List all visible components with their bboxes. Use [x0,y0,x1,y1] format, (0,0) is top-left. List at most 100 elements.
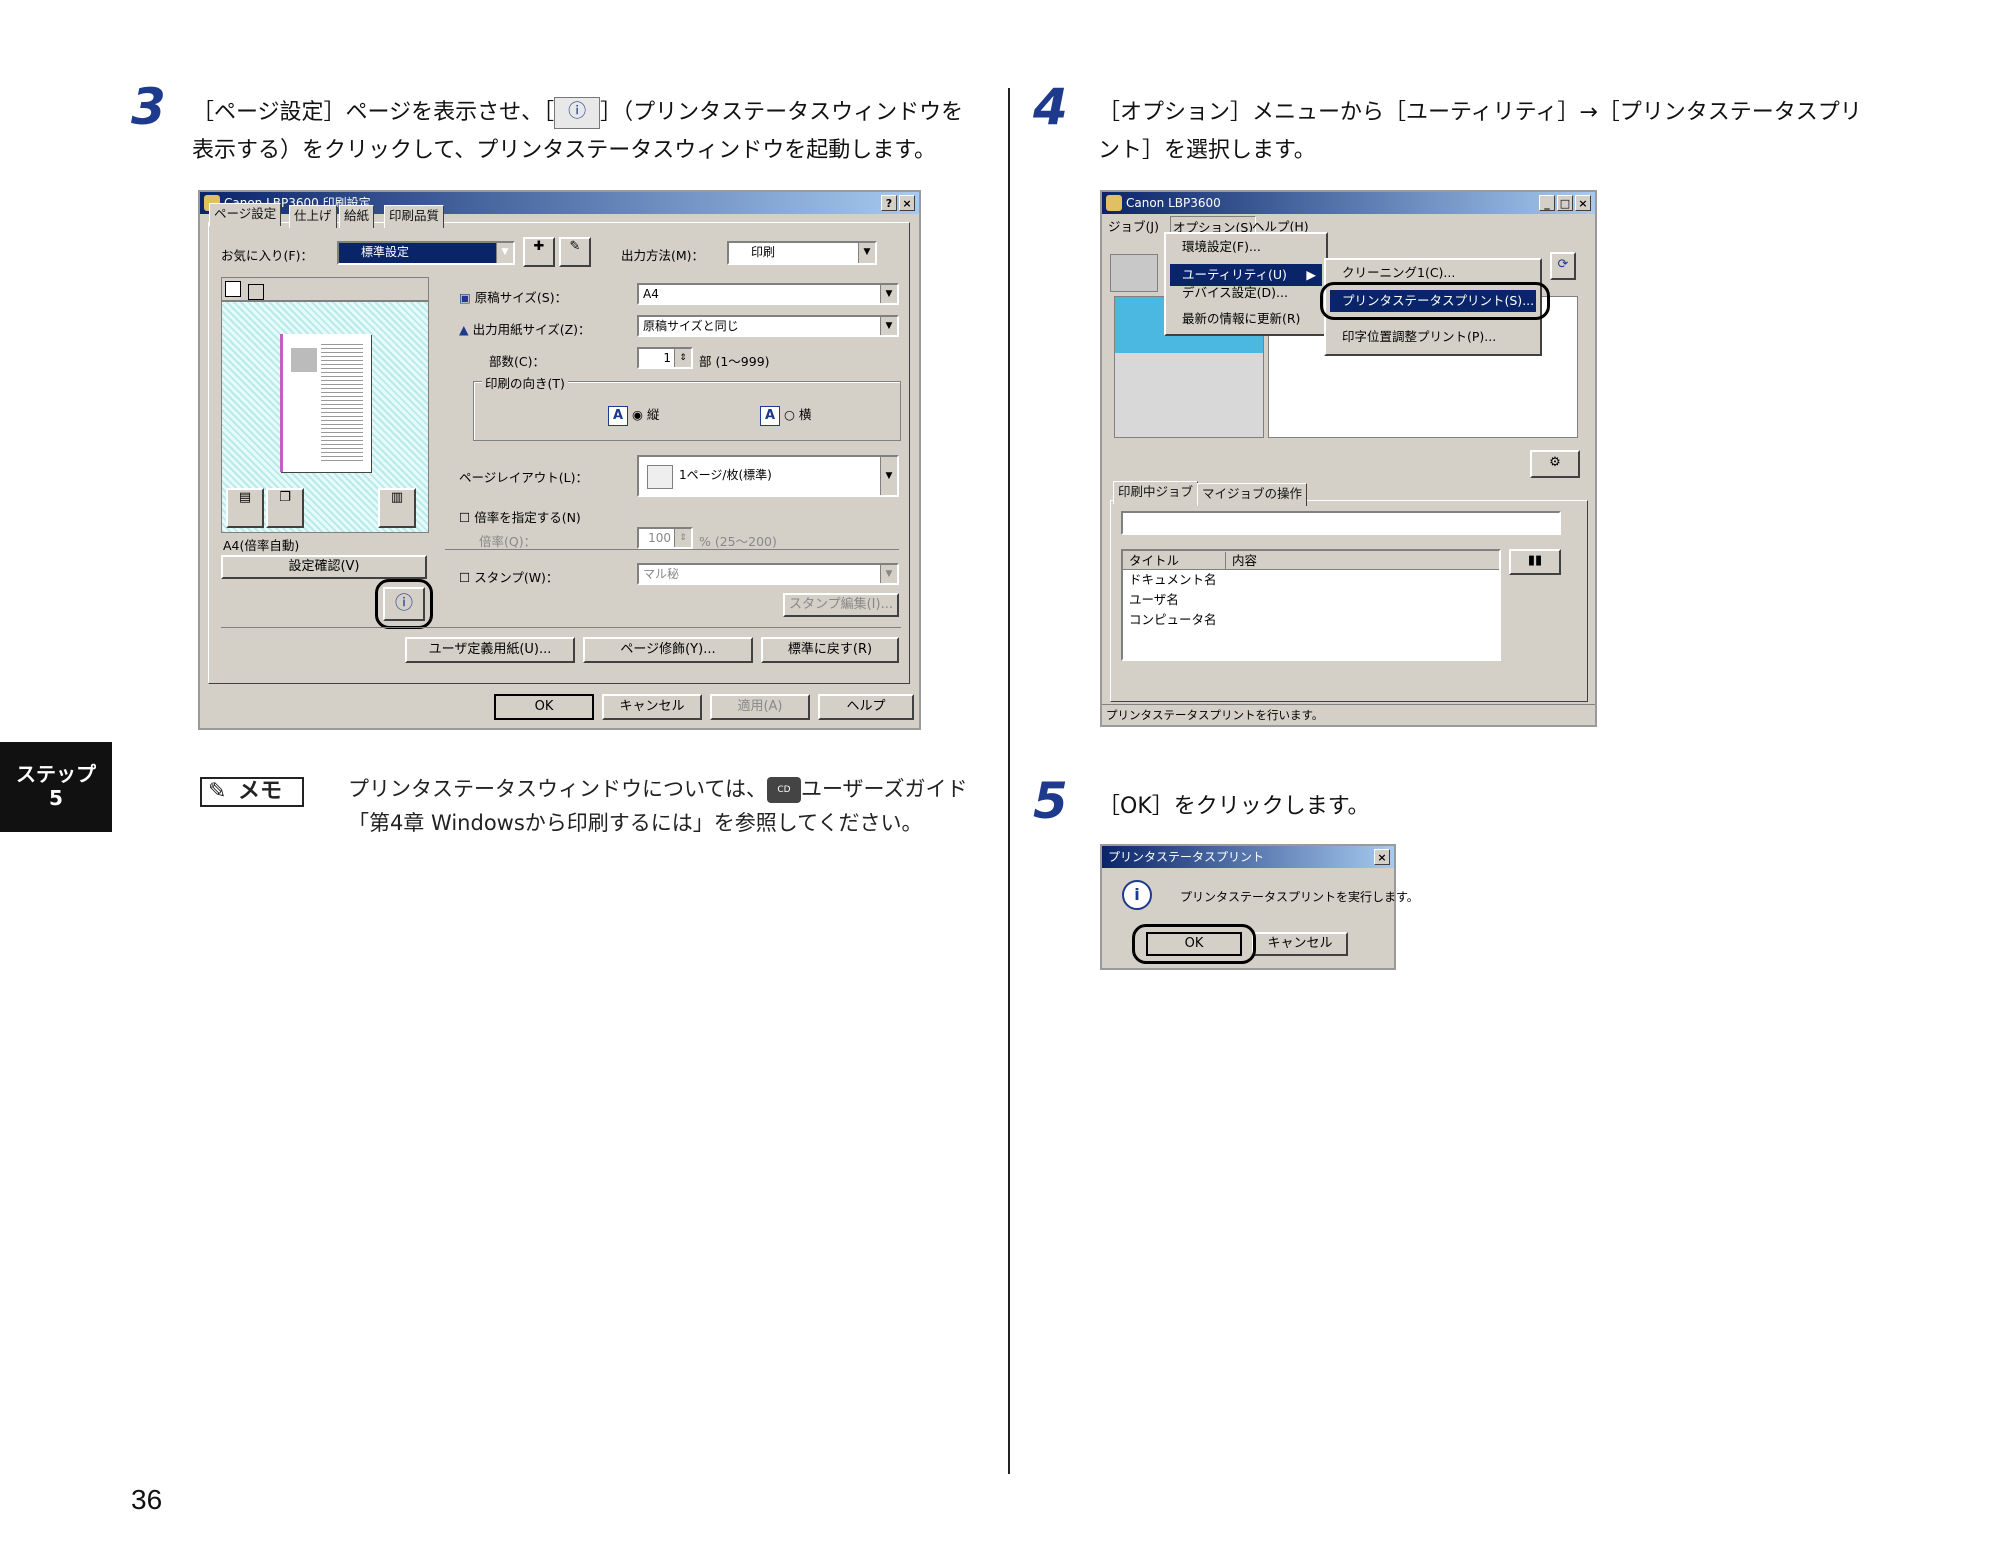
paper-view-icon[interactable]: ▥ [378,488,416,528]
tray-icon[interactable]: ⚙ [1530,450,1580,478]
output-method-value: 印刷 [751,245,776,259]
menu-item-device-settings[interactable]: デバイス設定(D)... [1170,282,1322,304]
step-3-text-c: 表示する）をクリックして、プリンタステータスウィンドウを起動します。 [192,138,937,163]
tab-page-setup[interactable]: ページ設定 [209,203,282,226]
cancel-button[interactable]: キャンセル [602,694,702,720]
landscape-icon: A [760,406,780,426]
chevron-down-icon: ▼ [496,243,513,263]
job-tab-panel: 印刷中ジョブ マイジョブの操作 タイトル 内容 ドキュメント名 ユーザ名 コンピ… [1110,481,1588,702]
refresh-icon[interactable]: ⟳ [1550,252,1576,280]
close-button[interactable]: × [899,195,915,211]
printer-icon [1106,195,1122,211]
spinner-icon[interactable]: ⇕ [674,349,691,367]
chevron-down-icon: ▼ [880,317,897,335]
pause-icon[interactable]: ▮▮ [1509,549,1561,575]
paper-size-label: ▲ 出力用紙サイズ(Z)： [459,319,591,338]
step-4-text-b: ント］を選択します。 [1098,138,1316,163]
orig-size-select[interactable]: A4 ▼ [637,283,899,305]
copies-value: 1 [663,351,671,365]
pages-view-icon[interactable]: ❐ [266,488,304,528]
printer-view-icon[interactable] [248,284,265,300]
paper-size-select[interactable]: 原稿サイズと同じ ▼ [637,315,899,337]
output-method-label: 出力方法(M)： [621,248,705,263]
printer-small-icon [1110,254,1158,292]
scale-checkbox[interactable]: ☐ 倍率を指定する(N) [459,507,581,526]
header-title: タイトル [1129,553,1180,568]
output-method-select[interactable]: 印刷 ▼ [727,241,877,265]
step-3-text-b: ］（プリンタステータスウィンドウを [600,100,964,125]
orig-size-label: ▣ 原稿サイズ(S)： [459,287,567,306]
add-favorite-icon[interactable]: ✚ [523,237,555,267]
help-button[interactable]: ? [881,195,897,211]
step-4-text-a: ［オプション］メニューから［ユーティリティ］→［プリンタステータスプリ [1098,100,1862,125]
step-3-instruction: ［ページ設定］ページを表示させ、［ ⓘ ］（プリンタステータスウィンドウを 表示する… [192,94,992,170]
copies-input[interactable]: 1 ⇕ [637,347,693,369]
step-number: 5 [1033,772,1068,830]
print-settings-dialog: Canon LBP3600 印刷設定 ? × ページ設定 仕上げ 給紙 印刷品質… [198,190,921,730]
scale-input[interactable]: 100 ⇕ [637,527,693,549]
list-item: コンピュータ名 [1129,612,1217,627]
orig-size-value: A4 [643,287,659,301]
step-number: 4 [1033,78,1068,136]
preview-page-sheet [280,334,371,472]
stack-view-icon[interactable]: ▤ [226,488,264,528]
menu-item-refresh[interactable]: 最新の情報に更新(R) [1170,308,1322,330]
help-bottom-button[interactable]: ヘルプ [818,694,914,720]
maximize-icon[interactable]: □ [1557,195,1573,211]
orig-size-text: 原稿サイズ(S)： [474,290,568,305]
page-view-icon[interactable] [225,281,241,297]
orientation-group-label: 印刷の向き(T) [482,373,568,392]
portrait-label: 縦 [646,407,660,422]
cancel-button[interactable]: キャンセル [1252,932,1348,956]
menu-item-preferences[interactable]: 環境設定(F)... [1170,236,1322,258]
side-step-tab: ステップ 5 [0,742,112,832]
favorites-select[interactable]: 標準設定 ▼ [337,241,515,265]
tab-print-quality[interactable]: 印刷品質 [384,205,445,228]
minimize-icon[interactable]: _ [1539,195,1555,211]
restore-defaults-button[interactable]: 標準に戻す(R) [761,637,899,663]
spinner-icon[interactable]: ⇕ [674,529,691,547]
list-item: ドキュメント名 [1129,572,1217,587]
highlight-ring [375,579,433,629]
layout-select[interactable]: 1ページ/枚(標準) ▼ [637,455,899,497]
chevron-down-icon: ▼ [880,565,897,583]
paper-size-text: 出力用紙サイズ(Z)： [472,322,591,337]
page-decoration-button[interactable]: ページ修飾(Y)... [583,637,753,663]
stamp-edit-button[interactable]: スタンプ編集(I)... [783,593,899,617]
close-icon[interactable]: × [1575,195,1591,211]
side-tab-number: 5 [49,786,63,810]
tab-my-jobs[interactable]: マイジョブの操作 [1197,483,1308,506]
tab-printing-jobs[interactable]: 印刷中ジョブ [1113,481,1199,504]
portrait-option[interactable]: A ◉ 縦 [608,404,659,426]
job-info-list: タイトル 内容 ドキュメント名 ユーザ名 コンピュータ名 [1121,549,1501,661]
tab-finishing[interactable]: 仕上げ [289,205,337,228]
pencil-icon: ✎ [208,779,227,804]
copies-unit: 部 (1～999) [699,354,770,369]
apply-button[interactable]: 適用(A) [710,694,810,720]
orientation-group: 印刷の向き(T) A ◉ 縦 A ○ 横 [473,373,901,441]
stamp-select[interactable]: マル秘 ▼ [637,563,899,585]
confirm-settings-button[interactable]: 設定確認(V) [221,555,427,579]
landscape-option[interactable]: A ○ 横 [760,404,811,426]
preview-text-lines [321,344,363,464]
scale-range: % (25～200) [699,534,777,549]
job-name-field [1121,511,1561,535]
close-icon[interactable]: × [1374,849,1390,865]
chevron-down-icon: ▼ [880,457,897,495]
layout-value: 1ページ/枚(標準) [679,468,772,482]
page-icon: ▣ [459,290,471,305]
ok-button[interactable]: OK [494,694,594,720]
layout-label: ページレイアウト(L)： [459,470,588,485]
menu-item-position-print[interactable]: 印字位置調整プリント(P)... [1330,326,1536,348]
stamp-checkbox[interactable]: ☐ スタンプ(W)： [459,567,558,586]
edit-favorite-icon[interactable]: ✎ [559,237,591,267]
custom-paper-button[interactable]: ユーザ定義用紙(U)... [405,637,575,663]
menu-item-cleaning[interactable]: クリーニング1(C)... [1330,262,1536,284]
chevron-down-icon: ▼ [858,243,875,263]
tab-paper-source[interactable]: 給紙 [339,205,375,228]
page-preview: ▤ ❐ ▥ [221,301,429,533]
list-item: ユーザ名 [1129,592,1179,607]
paper-icon: ▲ [459,322,469,337]
menu-job[interactable]: ジョブ(J) [1108,216,1159,235]
landscape-label: 横 [798,407,812,422]
